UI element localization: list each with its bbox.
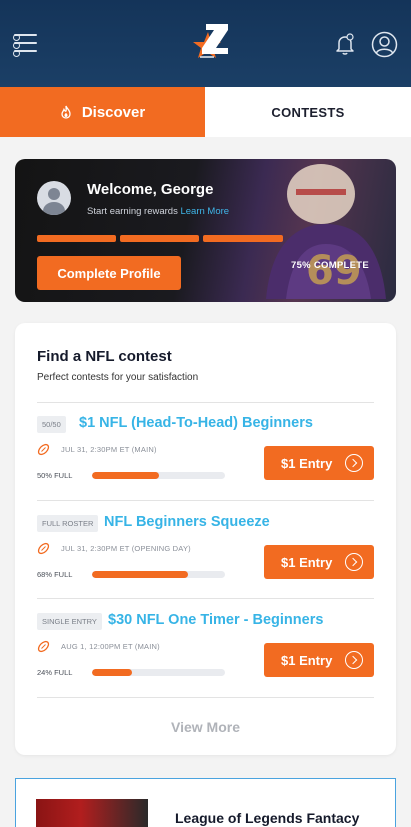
view-more-link[interactable]: View More — [15, 719, 396, 735]
contest-date: JUL 31, 2:30PM ET (MAIN) — [61, 445, 157, 454]
promo-title: League of Legends Fantacy — [175, 810, 360, 826]
entry-button-label: $1 Entry — [281, 652, 333, 668]
contest-fill-bar — [92, 571, 225, 578]
entry-button[interactable]: $1 Entry — [264, 446, 374, 480]
contest-full-label: 24% FULL — [37, 668, 73, 677]
welcome-subtitle: Start earning rewards Learn More — [87, 206, 229, 217]
progress-segment — [120, 235, 199, 242]
entry-button-label: $1 Entry — [281, 554, 333, 570]
complete-profile-button[interactable]: Complete Profile — [37, 256, 181, 290]
contest-fill-bar — [92, 472, 225, 479]
contest-fill — [92, 571, 188, 578]
contest-title[interactable]: NFL Beginners Squeeze — [104, 514, 270, 530]
contest-title[interactable]: $30 NFL One Timer - Beginners — [108, 612, 323, 628]
contest-fill — [92, 669, 132, 676]
tab-discover[interactable]: Discover — [0, 87, 205, 137]
svg-text:69: 69 — [306, 248, 362, 294]
progress-segment — [203, 235, 283, 242]
profile-progress — [37, 235, 287, 242]
entry-button[interactable]: $1 Entry — [264, 545, 374, 579]
entry-button[interactable]: $1 Entry — [264, 643, 374, 677]
contests-title: Find a NFL contest — [37, 348, 172, 365]
learn-more-link[interactable]: Learn More — [180, 206, 229, 217]
football-icon — [37, 640, 50, 653]
contest-full-label: 68% FULL — [37, 570, 73, 579]
welcome-subtitle-text: Start earning rewards — [87, 206, 178, 217]
contest-item[interactable]: 50/50 $1 NFL (Head-To-Head) Beginners JU… — [37, 405, 374, 495]
divider — [37, 697, 374, 698]
divider — [37, 598, 374, 599]
arrow-circle-icon — [345, 553, 363, 571]
avatar[interactable] — [37, 181, 71, 215]
contest-fill-bar — [92, 669, 225, 676]
contest-meta: AUG 1, 12:00PM ET (MAIN) — [37, 640, 160, 653]
contest-full-label: 50% FULL — [37, 471, 73, 480]
arrow-circle-icon — [345, 651, 363, 669]
flame-icon — [61, 105, 71, 119]
contests-card: Find a NFL contest Perfect contests for … — [15, 323, 396, 755]
football-icon — [37, 443, 50, 456]
contest-fill — [92, 472, 159, 479]
top-bar — [0, 0, 411, 87]
user-circle-icon[interactable] — [371, 31, 398, 58]
divider — [37, 402, 374, 403]
contest-meta: JUL 31, 2:30PM ET (OPENING DAY) — [37, 542, 191, 555]
tab-contests-label: CONTESTS — [271, 104, 345, 120]
contest-item[interactable]: SINGLE ENTRY $30 NFL One Timer - Beginne… — [37, 602, 374, 692]
welcome-card: 69 Welcome, George Start earning rewards… — [15, 159, 396, 302]
tab-discover-label: Discover — [81, 103, 146, 121]
entry-button-label: $1 Entry — [281, 455, 333, 471]
progress-segment — [37, 235, 116, 242]
menu-icon[interactable] — [13, 31, 38, 57]
contests-subtitle: Perfect contests for your satisfaction — [37, 372, 199, 383]
arrow-circle-icon — [345, 454, 363, 472]
bell-icon[interactable] — [333, 32, 357, 56]
welcome-title: Welcome, George — [87, 181, 214, 198]
logo-icon[interactable] — [184, 18, 232, 66]
contest-title[interactable]: $1 NFL (Head-To-Head) Beginners — [79, 415, 313, 431]
progress-label: 75% COMPLETE — [291, 260, 370, 271]
contest-badge: 50/50 — [37, 416, 66, 433]
football-icon — [37, 542, 50, 555]
contest-meta: JUL 31, 2:30PM ET (MAIN) — [37, 443, 157, 456]
contest-date: JUL 31, 2:30PM ET (OPENING DAY) — [61, 544, 191, 553]
promo-image — [36, 799, 148, 827]
league-of-legends-card[interactable]: League of Legends Fantacy — [15, 778, 396, 827]
contest-badge: FULL ROSTER — [37, 515, 99, 532]
contest-badge: SINGLE ENTRY — [37, 613, 102, 630]
football-player-image: 69 — [266, 164, 386, 299]
tab-bar: Discover CONTESTS — [0, 87, 411, 137]
divider — [37, 500, 374, 501]
tab-contests[interactable]: CONTESTS — [205, 87, 411, 137]
contest-item[interactable]: FULL ROSTER NFL Beginners Squeeze JUL 31… — [37, 504, 374, 594]
contest-date: AUG 1, 12:00PM ET (MAIN) — [61, 642, 160, 651]
